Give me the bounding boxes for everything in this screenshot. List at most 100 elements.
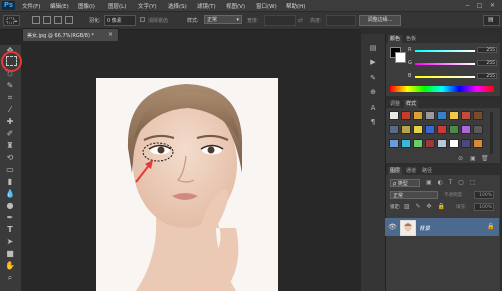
- delete-style-icon[interactable]: 🗑: [481, 155, 489, 162]
- feather-input[interactable]: 0 像素: [104, 15, 136, 26]
- style-swatch[interactable]: [401, 125, 411, 134]
- menu-help[interactable]: 帮助(H): [286, 2, 305, 10]
- menu-view[interactable]: 视图(V): [226, 2, 245, 10]
- tab-styles[interactable]: 样式: [404, 100, 419, 108]
- brush-presets-icon[interactable]: ✎: [368, 74, 378, 83]
- eraser-tool-icon[interactable]: ▭: [4, 164, 16, 175]
- quick-selection-tool-icon[interactable]: ✎: [4, 80, 16, 91]
- blur-tool-icon[interactable]: 💧: [4, 188, 16, 199]
- close-document-icon[interactable]: ×: [108, 31, 113, 38]
- menu-file[interactable]: 文件(F): [22, 2, 40, 10]
- character-panel-icon[interactable]: A: [368, 104, 378, 113]
- height-input[interactable]: [326, 15, 356, 26]
- fill-value[interactable]: 100%: [474, 203, 494, 211]
- style-select[interactable]: 正常 ▾: [204, 15, 242, 24]
- color-spectrum-ramp[interactable]: [390, 86, 494, 92]
- marquee-tool-preset[interactable]: [3, 15, 20, 26]
- zoom-tool-icon[interactable]: ⌕: [4, 272, 16, 283]
- workspace-switcher[interactable]: ▤: [483, 15, 500, 26]
- menu-type[interactable]: 文字(Y): [138, 2, 157, 10]
- document-image[interactable]: [96, 78, 278, 291]
- blue-value[interactable]: 255: [477, 73, 497, 79]
- healing-brush-tool-icon[interactable]: ✚: [4, 116, 16, 127]
- style-swatch[interactable]: [389, 111, 399, 120]
- red-slider[interactable]: [415, 50, 475, 52]
- style-swatch[interactable]: [461, 139, 471, 148]
- style-swatch[interactable]: [413, 111, 423, 120]
- subtract-selection-icon[interactable]: [54, 16, 62, 24]
- green-slider[interactable]: [415, 63, 475, 65]
- layer-filter-select[interactable]: ρ 类型: [390, 179, 420, 187]
- background-color[interactable]: [395, 52, 406, 63]
- menu-select[interactable]: 选择(S): [168, 2, 187, 10]
- red-value[interactable]: 255: [477, 47, 497, 53]
- style-swatch[interactable]: [461, 125, 471, 134]
- style-swatch[interactable]: [425, 111, 435, 120]
- style-swatch[interactable]: [389, 139, 399, 148]
- style-swatch[interactable]: [401, 139, 411, 148]
- menu-window[interactable]: 窗口(W): [256, 2, 277, 10]
- crop-tool-icon[interactable]: ⌗: [4, 92, 16, 103]
- style-swatch[interactable]: [437, 139, 447, 148]
- new-style-icon[interactable]: ▣: [470, 155, 476, 162]
- layer-row-background[interactable]: 👁 背景 🔒: [385, 218, 499, 236]
- tab-paths[interactable]: 路径: [420, 167, 434, 175]
- path-selection-tool-icon[interactable]: ➤: [4, 236, 16, 247]
- paragraph-panel-icon[interactable]: ¶: [368, 118, 378, 127]
- menu-layer[interactable]: 图层(L): [108, 2, 126, 10]
- menu-filter[interactable]: 滤镜(T): [197, 2, 216, 10]
- style-swatch[interactable]: [413, 139, 423, 148]
- rectangle-shape-tool-icon[interactable]: ■: [4, 248, 16, 259]
- clone-source-icon[interactable]: ⊕: [368, 88, 378, 97]
- add-selection-icon[interactable]: [43, 16, 51, 24]
- type-tool-icon[interactable]: T: [4, 224, 16, 235]
- tab-adjustments[interactable]: 调整: [388, 100, 402, 108]
- style-swatch[interactable]: [389, 125, 399, 134]
- tab-color[interactable]: 颜色: [388, 35, 403, 43]
- brush-tool-icon[interactable]: ✐: [4, 128, 16, 139]
- close-window-button[interactable]: ✕: [489, 2, 496, 9]
- gradient-tool-icon[interactable]: ▮: [4, 176, 16, 187]
- styles-scrollbar[interactable]: [490, 112, 493, 154]
- style-swatch[interactable]: [473, 139, 483, 148]
- tab-layers[interactable]: 图层: [388, 167, 403, 175]
- tab-swatches[interactable]: 色板: [404, 35, 418, 43]
- menu-image[interactable]: 图像(I): [78, 2, 95, 10]
- style-swatch[interactable]: [425, 125, 435, 134]
- actions-panel-icon[interactable]: ▶: [368, 58, 378, 67]
- refine-edge-button[interactable]: 调整边缘...: [359, 15, 401, 26]
- style-swatch[interactable]: [461, 111, 471, 120]
- style-swatch[interactable]: [413, 125, 423, 134]
- style-swatch[interactable]: [425, 139, 435, 148]
- layer-filter-icons[interactable]: ▣ ◐ T ▢ ⬚: [426, 179, 478, 186]
- style-swatch[interactable]: [401, 111, 411, 120]
- dodge-tool-icon[interactable]: ●: [4, 200, 16, 211]
- menu-edit[interactable]: 编辑(E): [50, 2, 69, 10]
- layer-visibility-eye-icon[interactable]: 👁: [388, 223, 397, 231]
- clear-style-icon[interactable]: ⊘: [458, 155, 463, 162]
- tab-channels[interactable]: 通道: [404, 167, 418, 175]
- pen-tool-icon[interactable]: ✒: [4, 212, 16, 223]
- history-brush-tool-icon[interactable]: ⟲: [4, 152, 16, 163]
- style-swatch[interactable]: [449, 111, 459, 120]
- intersect-selection-icon[interactable]: [65, 16, 73, 24]
- blue-slider[interactable]: [415, 76, 475, 78]
- maximize-button[interactable]: □: [476, 2, 483, 9]
- style-swatch[interactable]: [437, 125, 447, 134]
- new-selection-icon[interactable]: [32, 16, 40, 24]
- style-swatch[interactable]: [449, 139, 459, 148]
- hand-tool-icon[interactable]: ✋: [4, 260, 16, 271]
- clone-stamp-tool-icon[interactable]: ♜: [4, 140, 16, 151]
- style-swatch[interactable]: [449, 125, 459, 134]
- history-panel-icon[interactable]: ▤: [368, 44, 378, 53]
- minimize-button[interactable]: −: [464, 2, 471, 9]
- width-input[interactable]: [264, 15, 296, 26]
- opacity-value[interactable]: 100%: [474, 191, 494, 199]
- eyedropper-tool-icon[interactable]: ⁄: [4, 104, 16, 115]
- blend-mode-select[interactable]: 正常: [390, 191, 438, 199]
- style-swatch[interactable]: [437, 111, 447, 120]
- document-tab[interactable]: 美女.jpg @ 66.7%(RGB/8) * ×: [22, 28, 119, 41]
- swap-dimensions-icon[interactable]: ⇄: [298, 17, 303, 24]
- lock-icons[interactable]: ▨ ✎ ✥ 🔒: [404, 203, 447, 210]
- antialias-checkbox[interactable]: [140, 17, 145, 22]
